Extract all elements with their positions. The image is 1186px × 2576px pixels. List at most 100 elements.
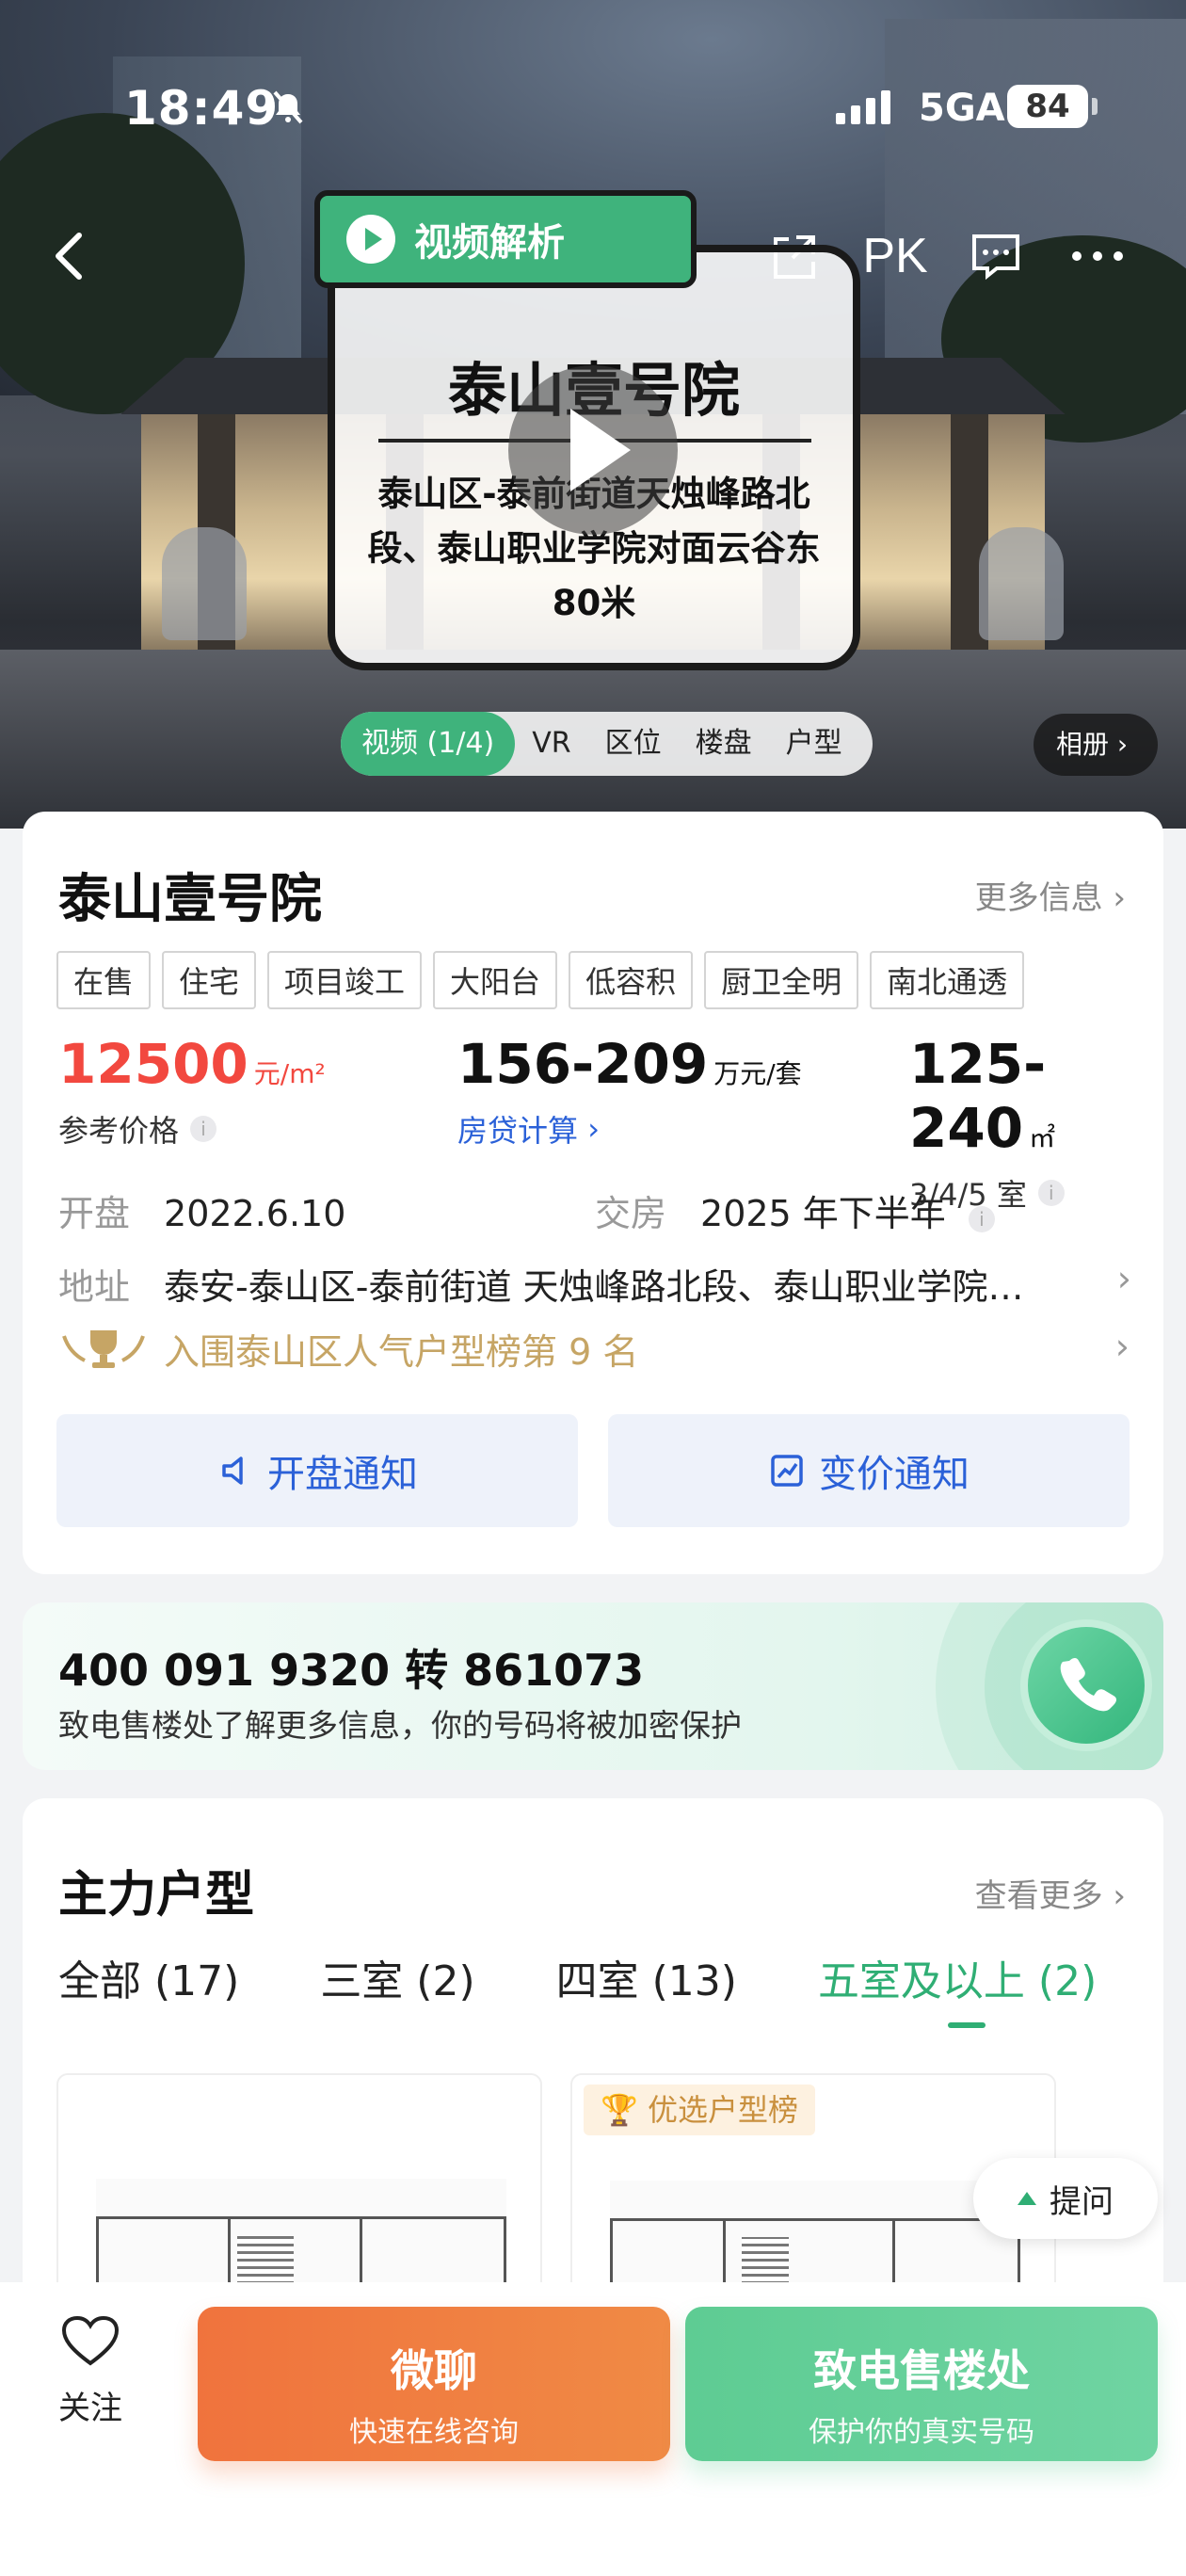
follow-button[interactable]: 关注	[45, 2314, 136, 2428]
chevron-right-icon: ›	[1116, 729, 1129, 760]
mortgage-calculator-label: 房贷计算	[457, 1113, 579, 1149]
media-tab-vr[interactable]: VR	[515, 712, 587, 776]
address-row[interactable]: 地址 泰安-泰山区-泰前街道 天烛峰路北段、泰山职业学院… ›	[58, 1258, 1131, 1310]
wechat-chat-button[interactable]: 微聊 快速在线咨询	[198, 2307, 670, 2461]
play-circle-icon	[346, 215, 395, 264]
media-tab-building[interactable]: 楼盘	[679, 712, 769, 776]
silent-bell-icon	[273, 90, 303, 124]
project-info-card: 泰山壹号院 更多信息 › 在售 住宅 项目竣工 大阳台 低容积 厨卫全明 南北通…	[23, 812, 1163, 1574]
chevron-right-icon: ›	[1113, 1877, 1126, 1915]
tab-all[interactable]: 全部 (17)	[58, 1947, 239, 2007]
chat-title: 微聊	[391, 2345, 477, 2396]
open-date-row: 开盘 2022.6.10	[58, 1184, 345, 1236]
layout-tabs: 全部 (17) 三室 (2) 四室 (13) 五室及以上 (2)	[58, 1947, 1097, 2028]
more-info-label: 更多信息	[974, 879, 1103, 917]
trend-icon	[771, 1455, 803, 1487]
area-value: 125-240	[909, 1032, 1047, 1160]
ranking-text: 入围泰山区人气户型榜第 9 名	[164, 1330, 639, 1373]
chevron-right-icon: ›	[578, 1111, 600, 1147]
tag: 大阳台	[433, 951, 558, 1009]
delivery-value: 2025 年下半年	[700, 1193, 946, 1234]
tab-four-room[interactable]: 四室 (13)	[556, 1947, 737, 2007]
pk-button[interactable]: PK	[862, 228, 928, 284]
info-icon[interactable]: i	[968, 1206, 995, 1232]
open-notify-label: 开盘通知	[267, 1453, 418, 1496]
unit-price-value: 12500	[58, 1032, 248, 1096]
bottom-action-bar: 关注 微聊 快速在线咨询 致电售楼处 保护你的真实号码	[0, 2282, 1186, 2576]
status-time: 18:49	[124, 81, 280, 136]
open-date-value: 2022.6.10	[164, 1193, 346, 1234]
arrow-up-icon	[1018, 2192, 1036, 2205]
tab-five-plus-room[interactable]: 五室及以上 (2)	[818, 1947, 1097, 2028]
view-more-link[interactable]: 查看更多 ›	[975, 1870, 1126, 1916]
total-price-unit: 万元/套	[713, 1058, 802, 1089]
album-button[interactable]: 相册 ›	[1034, 714, 1158, 776]
open-notify-button[interactable]: 开盘通知	[56, 1414, 578, 1527]
project-tags: 在售 住宅 项目竣工 大阳台 低容积 厨卫全明 南北通透	[56, 951, 1025, 1009]
sales-phone-card[interactable]: 400 091 9320 转 861073 致电售楼处了解更多信息，你的号码将被…	[23, 1602, 1163, 1770]
address-label: 地址	[58, 1266, 131, 1308]
more-info-link[interactable]: 更多信息 ›	[975, 872, 1126, 918]
view-more-label: 查看更多	[974, 1877, 1103, 1915]
info-icon[interactable]: i	[1037, 1180, 1065, 1206]
status-bar: 18:49 5GA 84	[0, 0, 1186, 136]
chevron-right-icon: ›	[1114, 1326, 1130, 1367]
media-tab-layout[interactable]: 户型	[769, 712, 859, 776]
sales-phone-number: 400 091 9320 转 861073	[58, 1645, 645, 1696]
more-dots-icon	[1072, 251, 1123, 261]
unit-price-label: 参考价格	[58, 1113, 180, 1149]
delivery-row: 交房 2025 年下半年 i	[595, 1184, 995, 1236]
unit-price: 12500 元/m² 参考价格 i	[58, 1032, 326, 1151]
message-button[interactable]	[968, 228, 1024, 284]
ranking-banner[interactable]: 入围泰山区人气户型榜第 9 名 ›	[56, 1320, 1130, 1377]
price-row: 12500 元/m² 参考价格 i 156-209 万元/套 房贷计算 › 125-…	[58, 1032, 1131, 1213]
total-price-value: 156-209	[457, 1032, 709, 1096]
pk-label: PK	[862, 229, 928, 283]
featured-layout-label: 优选户型榜	[648, 2092, 799, 2128]
video-analysis-card[interactable]: 视频解析 泰山壹号院 泰山区-泰前街道天烛峰路北段、泰山职业学院对面云谷东80米	[314, 190, 860, 670]
tab-three-room[interactable]: 三室 (2)	[320, 1947, 474, 2007]
follow-label: 关注	[58, 2390, 122, 2427]
tag: 南北通透	[870, 951, 1025, 1009]
back-button[interactable]	[41, 228, 98, 284]
ask-question-button[interactable]: 提问	[973, 2158, 1158, 2239]
hero-lion-statue	[162, 527, 247, 640]
message-icon	[972, 234, 1019, 281]
network-type: 5GA	[919, 87, 1005, 130]
signal-icon	[836, 90, 890, 124]
video-analysis-tag[interactable]: 视频解析	[314, 190, 697, 288]
tag: 在售	[56, 951, 152, 1009]
play-icon[interactable]	[508, 365, 678, 535]
area-unit: ㎡	[1029, 1122, 1056, 1153]
call-button[interactable]	[1020, 1619, 1152, 1751]
layouts-title: 主力户型	[58, 1867, 255, 1924]
chevron-left-icon	[56, 233, 82, 280]
price-change-notify-label: 变价通知	[819, 1453, 970, 1496]
battery-tip	[1092, 98, 1098, 115]
call-title: 致电售楼处	[813, 2345, 1030, 2396]
media-tabs: 视频 (1/4) VR 区位 楼盘 户型	[341, 712, 873, 776]
trophy-icon: 🏆	[601, 2092, 649, 2128]
unit-price-unit: 元/m²	[253, 1058, 326, 1089]
tag: 低容积	[569, 951, 694, 1009]
chevron-right-icon: ›	[1113, 879, 1126, 917]
hero-lion-statue	[979, 527, 1064, 640]
album-label: 相册	[1056, 729, 1110, 760]
tag: 厨卫全明	[704, 951, 859, 1009]
phone-icon	[1060, 1658, 1116, 1712]
media-tab-location[interactable]: 区位	[588, 712, 679, 776]
delivery-label: 交房	[595, 1193, 667, 1234]
call-sales-office-button[interactable]: 致电售楼处 保护你的真实号码	[685, 2307, 1158, 2461]
media-tab-video[interactable]: 视频 (1/4)	[341, 712, 516, 776]
heart-icon	[61, 2315, 120, 2366]
battery-level: 84	[1007, 85, 1088, 128]
ask-label: 提问	[1050, 2182, 1114, 2221]
sales-phone-desc: 致电售楼处了解更多信息，你的号码将被加密保护	[58, 1707, 742, 1744]
call-subtitle: 保护你的真实号码	[809, 2416, 1034, 2449]
speaker-icon	[222, 1457, 243, 1485]
mortgage-calculator-link[interactable]: 房贷计算 ›	[457, 1107, 802, 1151]
info-icon[interactable]: i	[190, 1116, 217, 1142]
more-button[interactable]	[1069, 228, 1126, 284]
price-change-notify-button[interactable]: 变价通知	[608, 1414, 1130, 1527]
tag: 项目竣工	[267, 951, 423, 1009]
